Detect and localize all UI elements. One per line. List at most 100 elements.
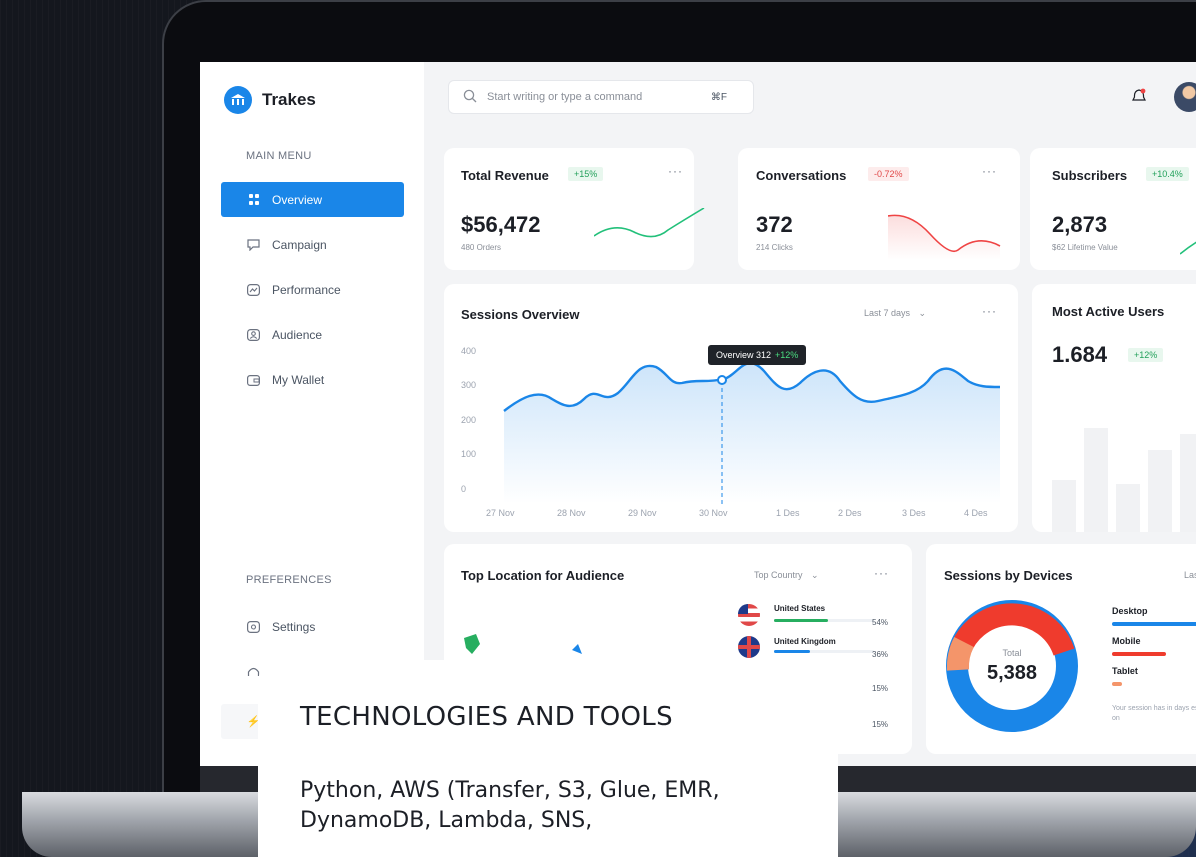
device-bar-mobile [1112,652,1166,656]
subscribers-sub: $62 Lifetime Value [1052,243,1118,252]
search-icon [463,89,477,106]
grid-icon [247,194,260,206]
topbar: Start writing or type a command ⌘F [424,62,1196,134]
search-shortcut: ⌘F [710,91,727,103]
active-users-title: Most Active Users [1052,304,1165,319]
devices-range-select[interactable]: Last 7 D [1184,570,1196,580]
country-percent: 54% [872,618,889,627]
sidebar-item-performance[interactable]: Performance [221,272,404,307]
country-percent: 15% [872,720,889,729]
device-label: Tablet [1112,666,1138,676]
more-icon[interactable]: ··· [874,566,889,580]
sidebar-item-audience[interactable]: Audience [221,317,404,352]
country-name: United Kingdom [774,637,836,646]
conversations-sparkline [888,214,1001,260]
search-placeholder: Start writing or type a command [487,91,643,103]
sessions-range-label: Last 7 days [864,308,911,318]
activity-bar [1116,484,1140,532]
active-users-value: 1.684 [1052,342,1108,367]
donut-total-label: Total [1002,648,1022,658]
campaign-icon [247,238,260,251]
sidebar-item-campaign[interactable]: Campaign [221,227,404,262]
sidebar-item-label: My Wallet [272,372,325,387]
conversations-sub: 214 Clicks [756,243,793,252]
device-bar-tablet [1112,682,1122,686]
country-bar-fill [774,619,828,622]
search-box[interactable]: Start writing or type a command ⌘F [448,80,754,114]
y-tick: 300 [461,380,477,390]
revenue-sub: 480 Orders [461,243,502,252]
x-tick: 29 Nov [628,508,657,518]
technologies-body: Python, AWS (Transfer, S3, Glue, EMR, Dy… [300,778,720,833]
subscribers-badge: +10.4% [1146,167,1189,181]
country-bar [774,619,874,622]
sidebar-item-label: Performance [272,282,341,297]
sidebar-item-wallet[interactable]: My Wallet [221,362,404,397]
revenue-title: Total Revenue [461,168,549,183]
chevron-down-icon: ⌄ [811,570,819,580]
x-tick: 1 Des [776,508,800,518]
subscribers-card: Subscribers +10.4% 2,873 $62 Lifetime Va… [1030,148,1196,270]
preferences-heading: PREFERENCES [246,574,332,586]
activity-bar [1148,450,1172,532]
country-filter-label: Top Country [754,570,803,580]
devices-card: Sessions by Devices Last 7 D Total 5,388… [926,544,1196,754]
tooltip-change: +12% [775,350,799,360]
country-filter-select[interactable]: Top Country ⌄ [754,570,819,581]
country-name: United States [774,604,826,613]
x-tick: 30 Nov [699,508,728,518]
active-users-badge: +12% [1128,348,1164,362]
y-tick: 0 [461,484,467,494]
more-icon[interactable]: ··· [982,164,997,178]
device-label: Mobile [1112,636,1141,646]
app-logo[interactable]: Trakes [224,86,316,114]
subscribers-sparkline [1180,241,1196,255]
device-label: Desktop [1112,606,1148,616]
notification-icon[interactable] [1132,88,1146,107]
sidebar-item-overview[interactable]: Overview [221,182,404,217]
gear-icon [247,620,260,633]
subscribers-title: Subscribers [1052,168,1128,183]
active-users-card: Most Active Users 1.684 +12% [1032,284,1196,532]
more-icon[interactable]: ··· [982,304,997,318]
activity-bar [1052,480,1076,532]
x-tick: 2 Des [838,508,862,518]
location-title: Top Location for Audience [461,568,625,583]
avatar[interactable] [1174,82,1196,112]
x-tick: 28 Nov [557,508,586,518]
country-bar [774,650,874,653]
chevron-down-icon: ⌄ [918,308,927,318]
sidebar-item-settings[interactable]: Settings [221,609,404,644]
country-bar-fill [774,650,810,653]
technologies-title: TECHNOLOGIES AND TOOLS [300,702,673,732]
us-flag-icon [738,604,760,626]
sidebar-item-label: Settings [272,619,316,634]
devices-note: Your session has in days especially on [1112,705,1196,722]
technologies-card: TECHNOLOGIES AND TOOLS Python, AWS (Tran… [258,660,838,857]
revenue-value: $56,472 [461,212,541,237]
y-tick: 200 [461,415,477,425]
logo-icon [224,86,252,114]
y-tick: 100 [461,449,477,459]
devices-title: Sessions by Devices [944,568,1073,583]
conversations-badge: -0.72% [868,167,909,181]
wallet-icon [247,374,260,386]
tooltip-label: Overview 312 [716,350,772,360]
more-icon[interactable]: ··· [668,164,683,178]
subscribers-value: 2,873 [1052,212,1108,237]
sessions-range-select[interactable]: Last 7 days ⌄ [864,308,926,319]
x-tick: 27 Nov [486,508,515,518]
revenue-badge: +15% [568,167,604,181]
country-percent: 36% [872,650,889,659]
sidebar-item-label: Audience [272,327,323,342]
country-percent: 15% [872,684,889,693]
sessions-card: Sessions Overview Last 7 days ⌄ ··· 400 … [444,284,1018,532]
sidebar-item-label: Overview [272,192,323,207]
donut-total-value: 5,388 [986,662,1038,684]
sessions-title: Sessions Overview [461,307,580,322]
activity-bar [1180,434,1196,532]
conversations-value: 372 [756,212,793,237]
main-menu-heading: MAIN MENU [246,150,312,162]
revenue-card: Total Revenue +15% ··· $56,472 480 Order… [444,148,705,270]
x-tick: 4 Des [964,508,988,518]
